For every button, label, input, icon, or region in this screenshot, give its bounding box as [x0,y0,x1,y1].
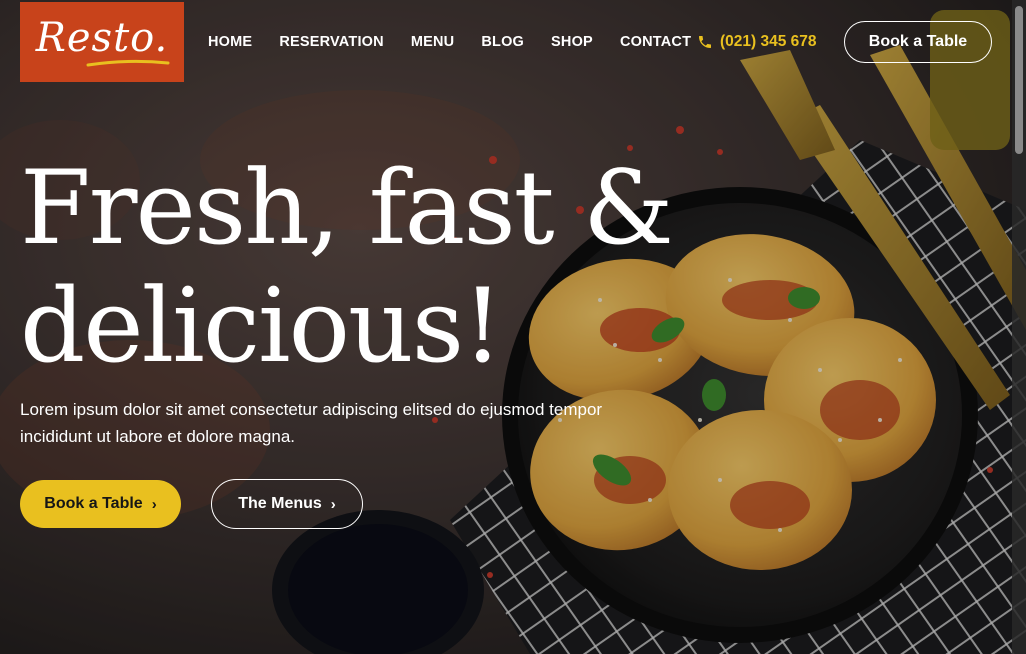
brand-logo[interactable]: Resto. [20,2,184,82]
hero-headline: Fresh, fast & delicious! [20,149,674,386]
book-table-button[interactable]: Book a Table › [20,480,181,528]
menus-label: The Menus [238,495,322,512]
phone-number: (021) 345 678 [720,33,817,50]
chevron-right-icon: › [151,495,157,513]
nav-item-home[interactable]: HOME [208,34,252,50]
scrollbar[interactable] [1012,0,1026,654]
phone-link[interactable]: (021) 345 678 [697,33,817,51]
nav-item-blog[interactable]: BLOG [481,34,524,50]
main-nav: HOME RESERVATION MENU BLOG SHOP CONTACT [208,34,718,50]
header-book-table-button[interactable]: Book a Table [844,21,992,63]
hero-headline-line-1: Fresh, fast & [20,149,674,268]
chevron-right-icon: › [330,495,336,513]
book-table-label: Book a Table [44,495,143,512]
nav-item-menu[interactable]: MENU [411,34,455,50]
logo-underline-icon [86,59,170,67]
nav-item-contact[interactable]: CONTACT [620,34,691,50]
nav-item-reservation[interactable]: RESERVATION [279,34,384,50]
scrollbar-thumb[interactable] [1015,6,1023,154]
hero-headline-line-2: delicious! [20,267,503,386]
phone-icon [699,36,711,48]
nav-item-shop[interactable]: SHOP [551,34,593,50]
hero-subtext: Lorem ipsum dolor sit amet consectetur a… [20,400,603,446]
menus-button[interactable]: The Menus › [211,479,363,529]
brand-name: Resto. [35,15,169,61]
